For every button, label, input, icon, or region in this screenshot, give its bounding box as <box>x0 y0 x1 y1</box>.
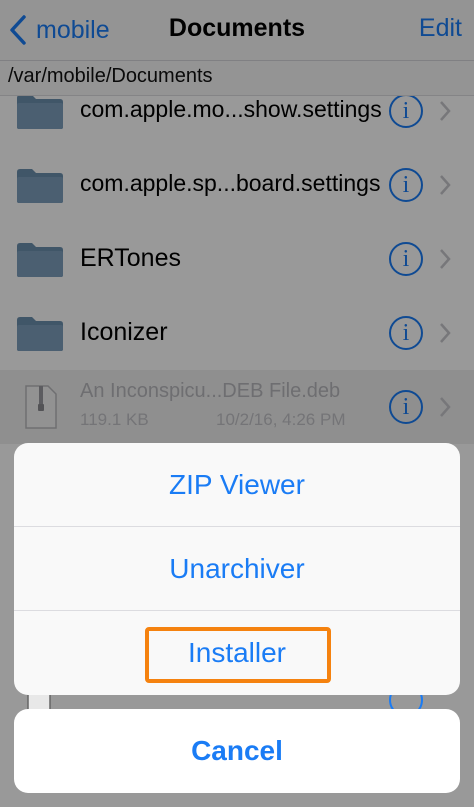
installer-highlight-box <box>145 627 331 683</box>
info-icon <box>389 695 423 709</box>
cancel-button[interactable]: Cancel <box>14 709 460 793</box>
partially-hidden-row <box>0 695 474 709</box>
app-icon <box>27 695 51 709</box>
unarchiver-option[interactable]: Unarchiver <box>14 527 460 611</box>
zip-viewer-option[interactable]: ZIP Viewer <box>14 443 460 527</box>
action-sheet: ZIP Viewer Unarchiver Installer <box>14 443 460 695</box>
